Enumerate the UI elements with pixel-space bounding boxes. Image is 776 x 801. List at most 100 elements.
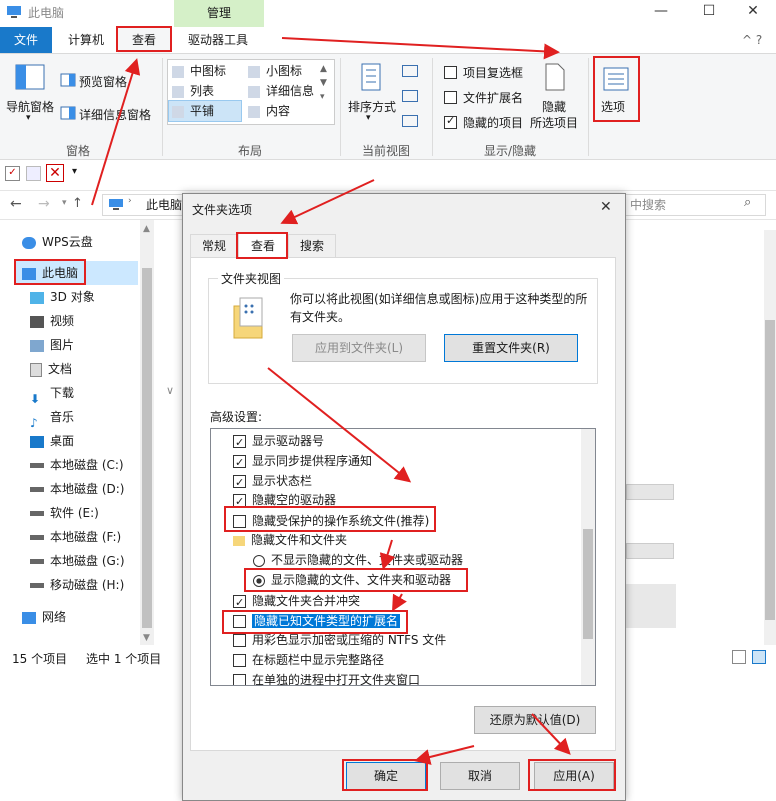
- checkbox: [233, 674, 246, 685]
- drive-capacity-bar: [626, 484, 674, 500]
- group-by-icon[interactable]: [402, 65, 418, 77]
- content-scrollbar-thumb[interactable]: [765, 320, 775, 620]
- list-icon: [172, 85, 184, 98]
- status-selected: 选中 1 个项目: [86, 652, 162, 666]
- forward-icon[interactable]: →: [38, 196, 50, 212]
- details-pane-button[interactable]: 详细信息窗格: [79, 106, 151, 123]
- file-ext-toggle[interactable]: [444, 91, 457, 104]
- dialog-close-icon[interactable]: ✕: [600, 199, 612, 215]
- scroll-up-icon[interactable]: ▲: [143, 224, 150, 234]
- add-columns-icon[interactable]: [402, 90, 418, 102]
- tab-drive-tools[interactable]: 驱动器工具: [178, 27, 258, 53]
- up-icon[interactable]: ↑: [72, 196, 83, 211]
- tab-file[interactable]: 文件: [0, 27, 52, 53]
- size-columns-icon[interactable]: [402, 115, 418, 127]
- layout-details[interactable]: 详细信息: [248, 82, 314, 99]
- search-placeholder: 中搜索: [630, 198, 667, 212]
- annotation-box-ok: [342, 759, 428, 791]
- setting-hide-merge-conflicts[interactable]: 隐藏文件夹合并冲突: [233, 591, 360, 613]
- sort-button[interactable]: 排序方式: [348, 98, 396, 115]
- layout-tiles[interactable]: 平铺: [172, 102, 214, 119]
- folder-view-label: 文件夹视图: [218, 270, 285, 287]
- nav-scrollbar-thumb[interactable]: [142, 268, 152, 628]
- apply-to-folders-button[interactable]: 应用到文件夹(L): [292, 334, 426, 362]
- annotation-box-show-hidden: [244, 568, 468, 592]
- nav-item-video[interactable]: 视频: [30, 310, 74, 332]
- manage-tab[interactable]: 管理: [174, 0, 264, 27]
- settings-scrollbar-thumb[interactable]: [583, 529, 593, 639]
- annotation-box-view-dialog-tab: [236, 232, 288, 259]
- tiles-view-icon[interactable]: [752, 650, 766, 664]
- close-button[interactable]: ✕: [730, 0, 776, 25]
- details-view-icon[interactable]: [732, 650, 746, 664]
- setting-separate-process[interactable]: 在单独的进程中打开文件夹窗口: [233, 670, 420, 685]
- layout-small-icons[interactable]: 小图标: [248, 62, 302, 79]
- minimize-button[interactable]: —: [638, 0, 684, 25]
- nav-item-drive-h[interactable]: 移动磁盘 (H:): [30, 574, 124, 596]
- layout-content[interactable]: 内容: [248, 102, 290, 119]
- preview-pane-button[interactable]: 预览窗格: [79, 73, 127, 90]
- search-icon[interactable]: ⌕: [744, 195, 751, 210]
- dialog-tab-search[interactable]: 搜索: [288, 234, 336, 258]
- grid-icon: [172, 65, 184, 78]
- nav-item-drive-c[interactable]: 本地磁盘 (C:): [30, 454, 124, 476]
- setting-sync-notify[interactable]: 显示同步提供程序通知: [233, 451, 372, 473]
- reset-folders-button[interactable]: 重置文件夹(R): [444, 334, 578, 362]
- radio-dont-show-hidden[interactable]: 不显示隐藏的文件、文件夹或驱动器: [253, 550, 463, 570]
- annotation-box-protected-os: [224, 506, 436, 532]
- hidden-items-toggle[interactable]: [444, 114, 457, 129]
- preview-pane-icon: [60, 73, 76, 87]
- nav-item-drive-g[interactable]: 本地磁盘 (G:): [30, 550, 125, 572]
- nav-item-desktop[interactable]: 桌面: [30, 430, 74, 452]
- dialog-tab-general[interactable]: 常规: [190, 234, 238, 258]
- layout-medium-icons[interactable]: 中图标: [172, 62, 226, 79]
- new-folder-icon[interactable]: [26, 166, 41, 181]
- advanced-settings-list: 显示驱动器号 显示同步提供程序通知 显示状态栏 隐藏空的驱动器 隐藏受保护的操作…: [210, 428, 596, 686]
- ribbon-separator: [432, 58, 433, 156]
- nav-item-music[interactable]: ♪ 音乐: [30, 406, 74, 430]
- item-checkbox-toggle[interactable]: [444, 66, 457, 79]
- layout-list[interactable]: 列表: [172, 82, 214, 99]
- chevron-down-icon: ▾: [26, 113, 31, 123]
- network-icon: [22, 611, 36, 624]
- nav-item-3d[interactable]: 3D 对象: [30, 286, 95, 308]
- annotation-box-apply: [528, 759, 616, 791]
- nav-item-documents[interactable]: 文档: [30, 358, 72, 380]
- tab-computer[interactable]: 计算机: [58, 27, 114, 53]
- scroll-down-icon[interactable]: ▼: [143, 633, 150, 643]
- drive-icon: [30, 487, 44, 492]
- delete-icon[interactable]: ✕: [46, 164, 64, 182]
- help-icon[interactable]: ^ ?: [742, 33, 762, 47]
- setting-full-path-title[interactable]: 在标题栏中显示完整路径: [233, 650, 384, 670]
- setting-status-bar[interactable]: 显示状态栏: [233, 471, 312, 493]
- gallery-scroll[interactable]: ▲ ▼ ▾: [320, 62, 327, 104]
- chevron-down-icon[interactable]: ▾: [62, 198, 67, 208]
- hide-selected-button[interactable]: 隐藏: [542, 98, 566, 115]
- checkbox: [233, 593, 246, 613]
- ribbon-separator: [588, 58, 589, 156]
- breadcrumb-path[interactable]: 此电脑: [146, 196, 182, 213]
- nav-item-wps[interactable]: WPS云盘: [22, 231, 93, 253]
- music-icon: ♪: [30, 415, 38, 430]
- nav-item-downloads[interactable]: ⬇ 下载: [30, 382, 74, 406]
- cube-icon: [30, 291, 44, 304]
- properties-icon[interactable]: ✓: [5, 166, 20, 181]
- selected-drive-tile[interactable]: [624, 584, 676, 628]
- folder-icon: [233, 297, 263, 339]
- nav-item-network[interactable]: 网络: [22, 606, 66, 628]
- customize-qa-icon[interactable]: ▾: [72, 166, 77, 177]
- nav-item-drive-f[interactable]: 本地磁盘 (F:): [30, 526, 121, 548]
- setting-show-drive-letters[interactable]: 显示驱动器号: [233, 431, 324, 453]
- nav-item-pictures[interactable]: 图片: [30, 334, 74, 356]
- cancel-button[interactable]: 取消: [440, 762, 520, 790]
- item-checkbox-label: 项目复选框: [463, 66, 524, 80]
- restore-defaults-button[interactable]: 还原为默认值(D): [474, 706, 596, 734]
- back-icon[interactable]: ←: [10, 196, 22, 212]
- details-pane-icon: [60, 106, 76, 120]
- maximize-button[interactable]: ☐: [686, 0, 732, 25]
- video-icon: [30, 315, 44, 328]
- nav-item-drive-e[interactable]: 软件 (E:): [30, 502, 99, 524]
- dialog-title: 文件夹选项: [192, 203, 253, 217]
- breadcrumb-separator-icon: ›: [128, 196, 132, 206]
- nav-item-drive-d[interactable]: 本地磁盘 (D:): [30, 478, 124, 500]
